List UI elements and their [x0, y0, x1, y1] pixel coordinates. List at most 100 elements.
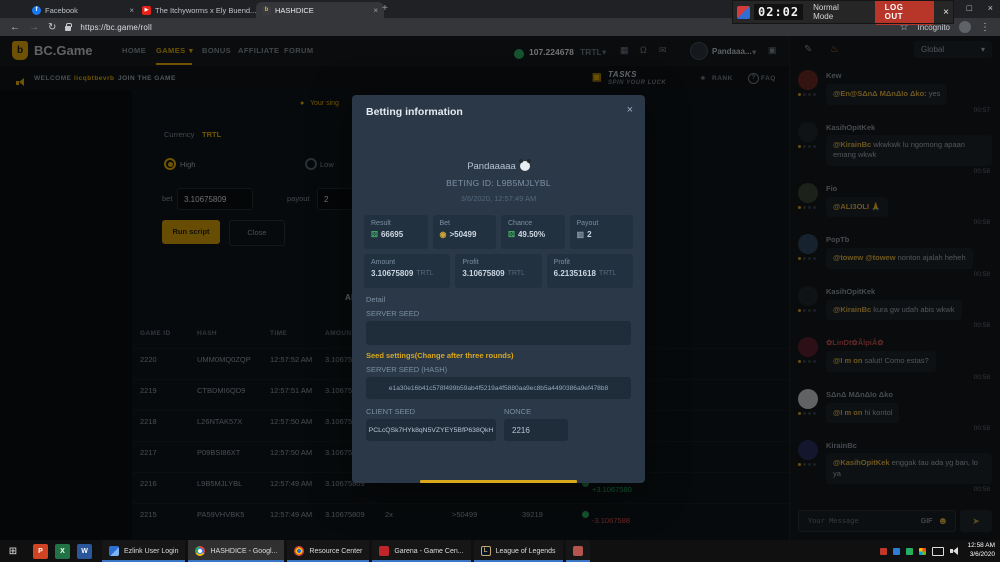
stat-chance: Chance ⚄49.50% — [501, 215, 565, 249]
taskbar-app-pinned[interactable] — [566, 540, 590, 562]
stat-amount: Amount 3.10675809TRTL — [364, 254, 450, 288]
tab-title: The Itchyworms x Ely Buend... — [155, 6, 256, 15]
stat-profit-total: Profit 6.21351618TRTL — [547, 254, 633, 288]
resource-center-icon — [294, 546, 304, 556]
server-seed-input[interactable] — [366, 321, 631, 345]
taskbar-app-label: HASHDICE - Googl... — [210, 548, 277, 555]
start-button[interactable]: ⊞ — [0, 546, 26, 557]
stat-result: Result ⚄66695 — [364, 215, 428, 249]
volume-icon[interactable] — [950, 547, 959, 556]
powerpoint-icon[interactable]: P — [33, 544, 48, 559]
betting-information-modal: Betting information × Pandaaaaa BETING I… — [352, 95, 645, 483]
taskbar-app-label: Resource Center — [309, 548, 362, 555]
incognito-icon — [959, 21, 971, 33]
stat-value: 2 — [587, 230, 591, 239]
client-seed-input[interactable] — [366, 419, 496, 441]
new-tab-button[interactable]: + — [382, 3, 388, 14]
server-seed-label: SERVER SEED — [366, 309, 419, 318]
tray-app-icon2[interactable] — [906, 548, 913, 555]
dice-icon: ⚄ — [508, 230, 515, 239]
tab-hashdice[interactable]: b HASHDICE × — [256, 2, 384, 18]
server-seed-hash-label: SERVER SEED (HASH) — [366, 365, 447, 374]
window-maximize-button[interactable]: □ — [967, 3, 972, 13]
modal-player-name: Pandaaaaa — [352, 161, 645, 172]
stat-label: Result — [371, 220, 421, 227]
seed-settings-label: Seed settings(Change after three rounds) — [366, 351, 514, 360]
cards-icon: ▥ — [577, 230, 585, 239]
taskbar-app-label: Ezlink User Login — [124, 548, 178, 555]
taskbar-app-label: Garena - Game Cen... — [394, 548, 463, 555]
clock-date: 3/6/2020 — [968, 551, 995, 560]
stat-payout: Payout ▥2 — [570, 215, 634, 249]
tray-antivirus-icon[interactable] — [880, 548, 887, 555]
stat-value: 3.10675809 — [462, 269, 504, 278]
stat-unit: TRTL — [416, 270, 433, 277]
taskbar-app-ezlink[interactable]: Ezlink User Login — [102, 540, 185, 562]
reload-icon[interactable]: ↻ — [48, 22, 56, 33]
browser-menu-icon[interactable]: ⋮ — [980, 22, 990, 33]
lock-icon — [65, 26, 71, 31]
taskbar-app-chrome[interactable]: HASHDICE - Googl... — [188, 540, 284, 562]
taskbar-app-garena[interactable]: Garena - Game Cen... — [372, 540, 470, 562]
stat-unit: TRTL — [599, 270, 616, 277]
stat-value: 66695 — [381, 230, 403, 239]
garena-icon — [379, 546, 389, 556]
stat-unit: TRTL — [508, 270, 525, 277]
stat-label: Profit — [462, 259, 534, 266]
stat-label: Amount — [371, 259, 443, 266]
stat-value: 6.21351618 — [554, 269, 596, 278]
taskbar-app-resource-center[interactable]: Resource Center — [287, 540, 369, 562]
modal-close-icon[interactable]: × — [627, 104, 633, 116]
stat-bet: Bet ◉>50499 — [433, 215, 497, 249]
taskbar-app-league[interactable]: L League of Legends — [474, 540, 563, 562]
modal-accent-bar — [420, 480, 577, 483]
page-content: b BC.Game HOME GAMES ▾ BONUS AFFILIATE F… — [0, 36, 1000, 540]
logout-button[interactable]: LOG OUT — [875, 0, 935, 25]
tray-app-icon[interactable] — [893, 548, 900, 555]
tab-close-icon[interactable]: × — [129, 6, 134, 15]
stat-label: Chance — [508, 220, 558, 227]
tab-facebook[interactable]: f Facebook × — [26, 2, 140, 18]
stat-value: 3.10675809 — [371, 269, 413, 278]
server-seed-hash-input[interactable] — [366, 377, 631, 399]
tray-windows-icon[interactable] — [919, 548, 926, 555]
window-close-button[interactable]: × — [988, 3, 993, 13]
modal-amounts-row: Amount 3.10675809TRTL Profit 3.10675809T… — [364, 254, 633, 288]
stat-label: Payout — [577, 220, 627, 227]
timer-close-icon[interactable]: × — [943, 7, 949, 18]
client-seed-label: CLIENT SEED — [366, 407, 415, 416]
modal-bet-id: BETING ID: L9B5MJLYBL — [352, 178, 645, 188]
modal-stats-row: Result ⚄66695 Bet ◉>50499 Chance ⚄49.50%… — [364, 215, 633, 249]
facebook-favicon: f — [32, 6, 41, 15]
url-text[interactable]: https://bc.game/roll — [80, 23, 152, 32]
ez-app-logo — [737, 6, 750, 19]
modal-title: Betting information — [366, 106, 463, 118]
league-of-legends-icon: L — [481, 546, 491, 556]
clock-time: 12:58 AM — [968, 542, 995, 551]
taskbar-clock[interactable]: 12:58 AM 3/6/2020 — [968, 542, 995, 560]
screen: f Facebook × ▶ The Itchyworms x Ely Buen… — [0, 0, 1000, 562]
youtube-favicon: ▶ — [142, 6, 151, 15]
hashdice-favicon: b — [262, 6, 271, 15]
tab-title: Facebook — [45, 6, 78, 15]
timer-widget: 02:02 Normal Mode LOG OUT × — [733, 1, 953, 23]
network-icon[interactable] — [932, 547, 944, 556]
stat-label: Profit — [554, 259, 626, 266]
chrome-icon — [195, 546, 205, 556]
coin-icon: ◉ — [440, 230, 447, 239]
back-icon[interactable]: ← — [10, 22, 20, 33]
forward-icon[interactable]: → — [29, 22, 39, 33]
timer-countdown: 02:02 — [754, 4, 803, 20]
excel-icon[interactable]: X — [55, 544, 70, 559]
detail-label: Detail — [366, 295, 385, 304]
tab-close-icon[interactable]: × — [373, 6, 378, 15]
tab-youtube[interactable]: ▶ The Itchyworms x Ely Buend... × — [136, 2, 260, 18]
taskbar-app-label: League of Legends — [496, 548, 556, 555]
tab-title: HASHDICE — [275, 6, 314, 15]
word-icon[interactable]: W — [77, 544, 92, 559]
stat-label: Bet — [440, 220, 490, 227]
stat-value: 49.50% — [518, 230, 545, 239]
stat-value: >50499 — [449, 230, 476, 239]
nonce-input[interactable] — [504, 419, 568, 441]
stat-profit: Profit 3.10675809 TRTL — [455, 254, 541, 288]
